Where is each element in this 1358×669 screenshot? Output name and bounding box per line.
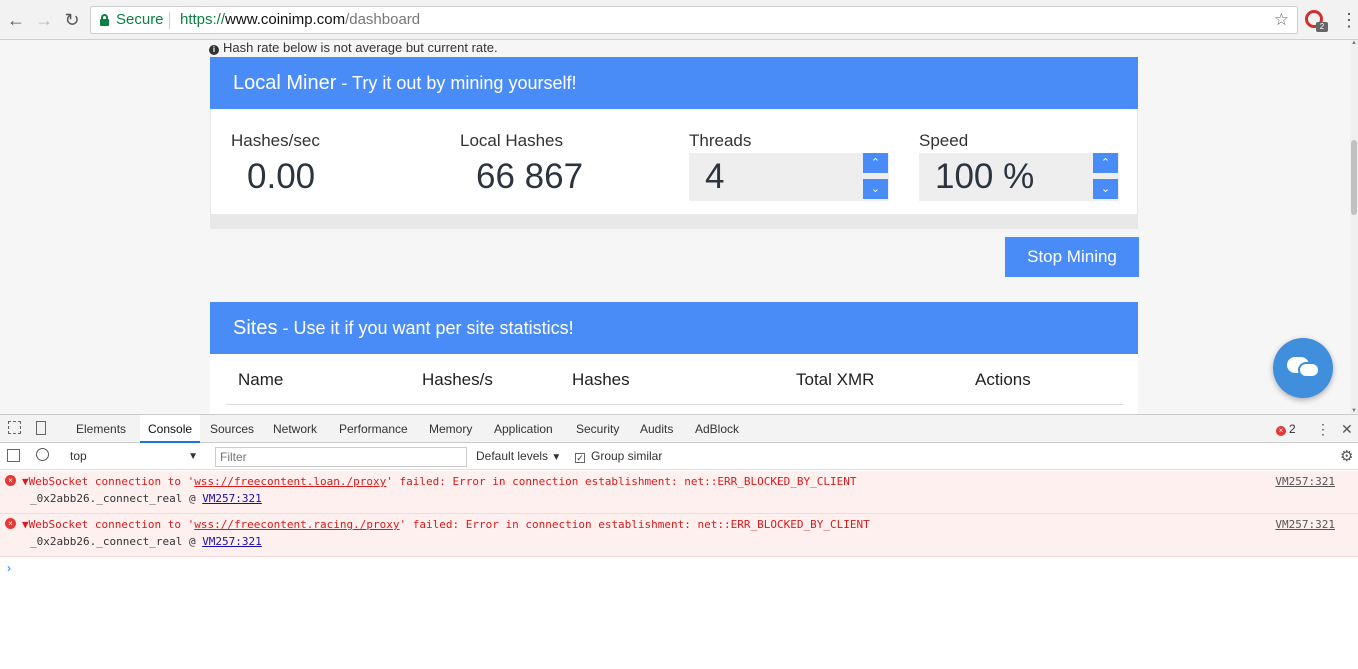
- speed-stepper[interactable]: 100 % ⌃ ⌄: [919, 153, 1119, 201]
- devtools-tab-bar: Elements Console Sources Network Perform…: [0, 415, 1358, 443]
- browser-menu-icon[interactable]: ⋮: [1340, 8, 1358, 32]
- console-filter-input[interactable]: [215, 447, 467, 467]
- tab-adblock[interactable]: AdBlock: [695, 415, 739, 443]
- error-text[interactable]: ▼WebSocket connection to 'wss://freecont…: [22, 475, 856, 488]
- chat-bubble-icon[interactable]: [1273, 338, 1333, 398]
- speed-label: Speed: [919, 131, 969, 150]
- stack-trace: _0x2abb26._connect_real @ VM257:321: [30, 492, 262, 505]
- tab-sources[interactable]: Sources: [210, 415, 254, 443]
- context-select[interactable]: top ▼: [64, 447, 204, 466]
- local-miner-header: Local Miner - Try it out by mining yours…: [210, 57, 1138, 109]
- column-header-total-xmr[interactable]: Total XMR: [796, 370, 874, 390]
- error-text[interactable]: ▼WebSocket connection to 'wss://freecont…: [22, 518, 870, 531]
- back-arrow-icon[interactable]: ←: [4, 8, 28, 32]
- hashes-sec-label: Hashes/sec: [231, 131, 320, 150]
- column-header-hashes[interactable]: Hashes: [572, 370, 630, 390]
- close-icon[interactable]: ✕: [1341, 415, 1353, 443]
- error-url[interactable]: wss://freecontent.loan./proxy: [194, 475, 386, 488]
- threads-value: 4: [705, 157, 725, 196]
- tab-console[interactable]: Console: [140, 415, 201, 443]
- log-levels-dropdown[interactable]: Default levels ▼: [476, 447, 561, 467]
- threads-stepper[interactable]: 4 ⌃ ⌄: [689, 153, 889, 201]
- tab-security[interactable]: Security: [576, 415, 619, 443]
- threads-decrease-button[interactable]: ⌄: [863, 179, 888, 199]
- hash-rate-note: i Hash rate below is not average but curr…: [209, 40, 498, 55]
- lock-icon: [100, 14, 109, 26]
- console-error-message: × ▼WebSocket connection to 'wss://freeco…: [0, 471, 1358, 514]
- browser-toolbar: ← → ↻ Secure https://www.coinimp.com/das…: [0, 0, 1358, 40]
- tab-audits[interactable]: Audits: [640, 415, 673, 443]
- local-hashes-label: Local Hashes: [460, 131, 564, 150]
- local-miner-title: Local Miner: [233, 72, 337, 94]
- stack-trace: _0x2abb26._connect_real @ VM257:321: [30, 535, 262, 548]
- sites-subtitle: - Use it if you want per site statistics…: [277, 318, 574, 338]
- device-toolbar-icon[interactable]: [36, 421, 46, 435]
- tab-memory[interactable]: Memory: [429, 415, 472, 443]
- error-url[interactable]: wss://freecontent.racing./proxy: [194, 518, 399, 531]
- bookmark-star-icon[interactable]: ☆: [1274, 7, 1289, 33]
- page-viewport: i Hash rate below is not average but curr…: [0, 40, 1350, 414]
- tab-performance[interactable]: Performance: [339, 415, 408, 443]
- tab-application[interactable]: Application: [494, 415, 553, 443]
- info-icon: i: [209, 45, 219, 55]
- speed-increase-button[interactable]: ⌃: [1093, 153, 1118, 173]
- inspect-element-icon[interactable]: [8, 421, 21, 434]
- secure-label: Secure: [116, 11, 164, 28]
- threads-increase-button[interactable]: ⌃: [863, 153, 888, 173]
- column-header-hashes-per-sec[interactable]: Hashes/s: [422, 370, 493, 390]
- show-sidebar-icon[interactable]: [7, 449, 20, 462]
- error-icon: ×: [1276, 426, 1286, 436]
- miner-footer-bar: [210, 214, 1138, 229]
- sites-header: Sites - Use it if you want per site stat…: [210, 302, 1138, 354]
- page-scrollbar[interactable]: ▲ ▼: [1350, 40, 1358, 414]
- hashes-sec-value: 0.00: [247, 157, 316, 196]
- devtools-panel: Elements Console Sources Network Perform…: [0, 414, 1358, 669]
- sites-table: Name Hashes/s Hashes Total XMR Actions: [210, 354, 1138, 414]
- extension-badge: 2: [1316, 22, 1328, 32]
- sites-title: Sites: [233, 317, 278, 339]
- stack-link[interactable]: VM257:321: [202, 535, 262, 548]
- group-similar-checkbox[interactable]: ✓ Group similar: [575, 447, 662, 466]
- stop-mining-button[interactable]: Stop Mining: [1005, 237, 1139, 277]
- address-bar[interactable]: Secure https://www.coinimp.com/dashboard…: [90, 6, 1298, 34]
- url-text[interactable]: https://www.coinimp.com/dashboard: [180, 7, 420, 33]
- speed-decrease-button[interactable]: ⌄: [1093, 179, 1118, 199]
- error-icon: ×: [5, 518, 16, 529]
- console-prompt-icon[interactable]: ›: [7, 561, 11, 575]
- gear-icon[interactable]: ⚙: [1340, 447, 1353, 466]
- threads-label: Threads: [689, 131, 752, 150]
- local-miner-subtitle: - Try it out by mining yourself!: [336, 73, 577, 93]
- tab-network[interactable]: Network: [273, 415, 317, 443]
- console-filter-bar: top▼ Default levels ▼ ✓Group similar ⚙: [0, 443, 1358, 470]
- devtools-menu-icon[interactable]: ⋮: [1316, 415, 1330, 443]
- column-header-name[interactable]: Name: [238, 370, 283, 390]
- error-icon: ×: [5, 475, 16, 486]
- stack-link[interactable]: VM257:321: [202, 492, 262, 505]
- speed-value: 100 %: [935, 157, 1035, 196]
- console-error-message: × ▼WebSocket connection to 'wss://freeco…: [0, 514, 1358, 557]
- reload-icon[interactable]: ↻: [60, 8, 84, 32]
- forward-arrow-icon[interactable]: →: [32, 8, 56, 32]
- tab-elements[interactable]: Elements: [76, 415, 126, 443]
- column-header-actions[interactable]: Actions: [975, 370, 1031, 390]
- local-miner-panel: Hashes/sec 0.00 Local Hashes 66 867 Thre…: [210, 109, 1138, 229]
- clear-console-icon[interactable]: [36, 448, 49, 461]
- source-link[interactable]: VM257:321: [1275, 475, 1335, 488]
- local-hashes-value: 66 867: [476, 157, 584, 196]
- error-count-badge[interactable]: × 2: [1276, 415, 1296, 443]
- source-link[interactable]: VM257:321: [1275, 518, 1335, 531]
- checkbox-check-icon: ✓: [575, 453, 585, 463]
